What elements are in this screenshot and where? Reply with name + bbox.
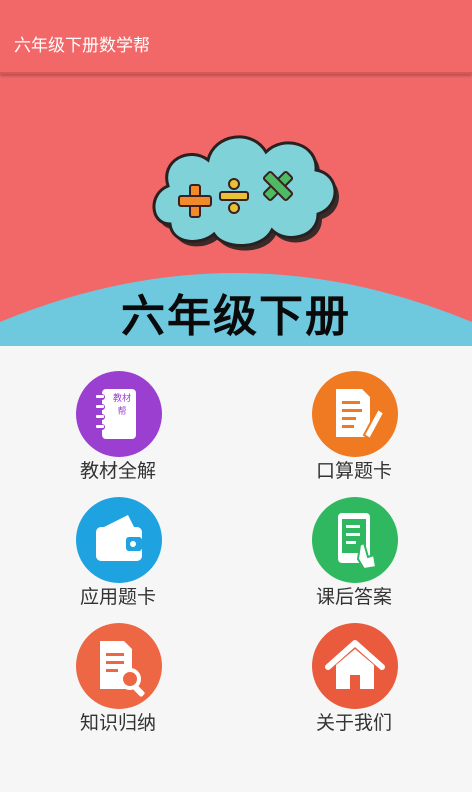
home-icon	[325, 640, 385, 689]
menu-item-knowledge[interactable]: 知识归纳	[38, 608, 198, 734]
menu-item-label: 口算题卡	[315, 460, 392, 482]
wallet-icon	[96, 515, 142, 561]
book-text: 教材帮	[112, 394, 131, 417]
menu-circle	[76, 623, 162, 709]
menu-item-word-problems[interactable]: 应用题卡	[38, 482, 198, 608]
menu-circle	[76, 497, 162, 583]
menu-circle	[312, 497, 398, 583]
document-search-icon	[100, 641, 145, 697]
menu-item-about[interactable]: 关于我们	[274, 608, 434, 734]
app-title: 六年级下册数学帮	[14, 36, 150, 56]
menu-item-label: 教材全解	[79, 460, 156, 482]
menu-circle	[312, 371, 398, 457]
tablet-touch-icon	[338, 513, 378, 571]
banner: 六年级下册	[0, 74, 472, 346]
menu-item-textbook[interactable]: 教材帮 教材全解	[38, 356, 198, 482]
menu-grid: 教材帮 教材全解 口算题卡 应用题卡 课后答案 知识归纳 关于我们	[0, 346, 472, 792]
menu-item-label: 关于我们	[315, 712, 392, 734]
document-pen-icon	[336, 389, 386, 441]
app-bar: 六年级下册数学帮	[0, 0, 472, 74]
menu-item-oral-calc[interactable]: 口算题卡	[274, 356, 434, 482]
menu-item-label: 课后答案	[315, 586, 392, 608]
menu-circle	[312, 623, 398, 709]
menu-item-answers[interactable]: 课后答案	[274, 482, 434, 608]
menu-item-label: 应用题卡	[79, 586, 156, 608]
menu-circle: 教材帮	[76, 371, 162, 457]
banner-title: 六年级下册	[121, 291, 351, 342]
menu-item-label: 知识归纳	[79, 712, 156, 734]
